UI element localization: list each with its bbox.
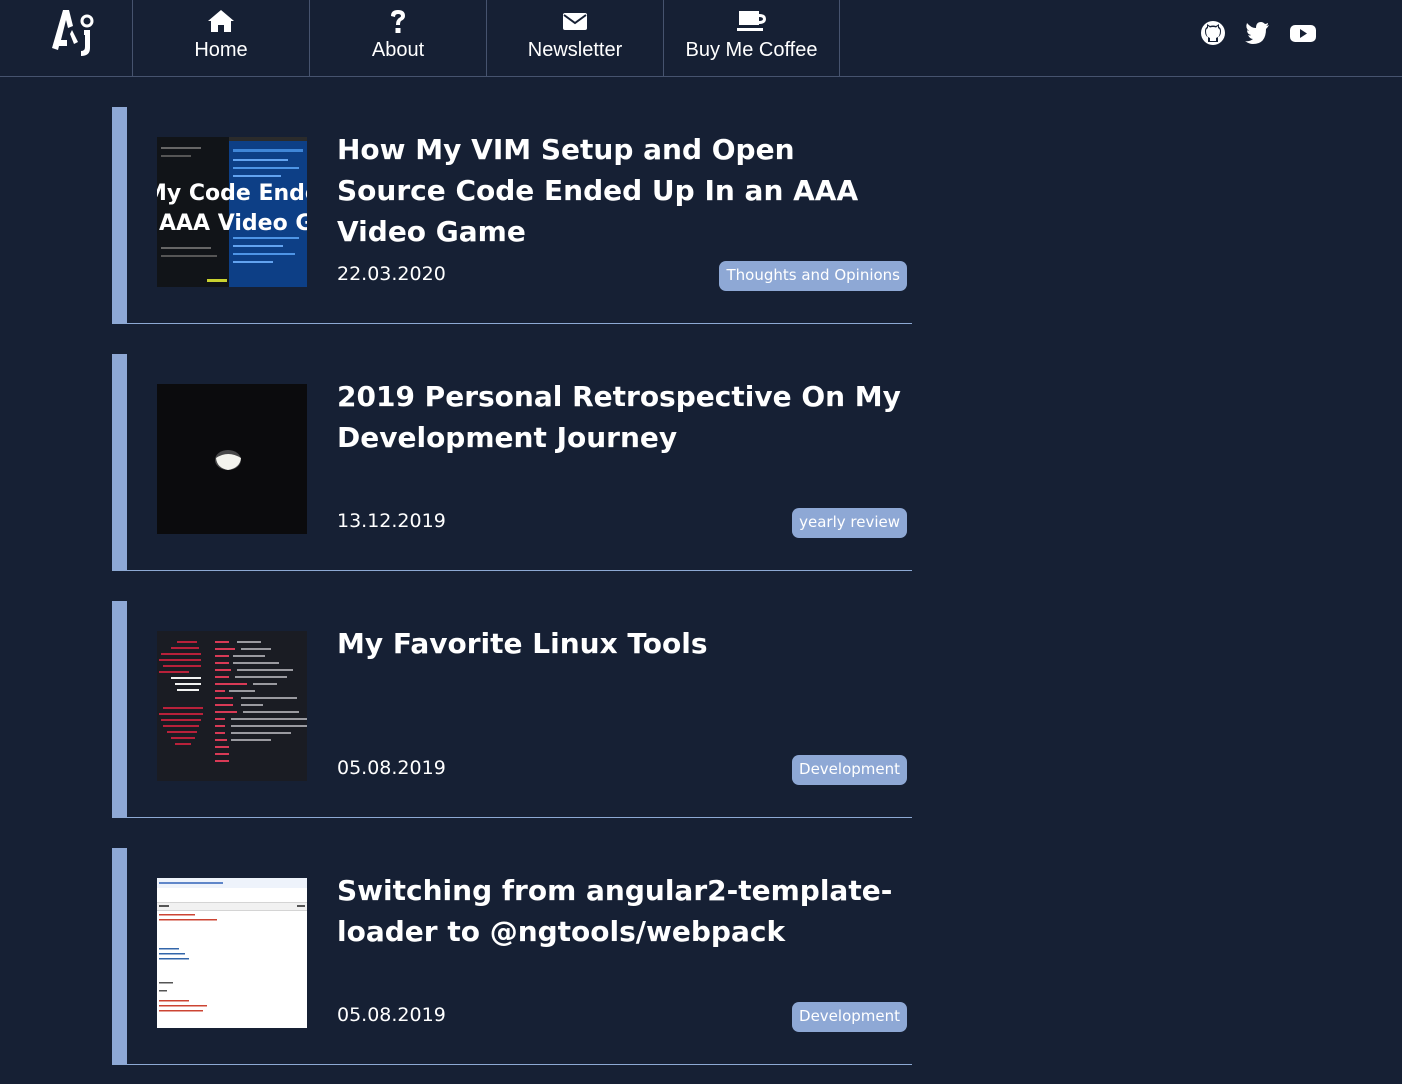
post-accent-bar — [112, 354, 127, 570]
nav-home-label: Home — [194, 39, 248, 61]
site-logo[interactable] — [48, 6, 98, 56]
top-navbar: Home About Newsletter Buy Me Coffee — [0, 0, 1402, 77]
post-date: 22.03.2020 — [337, 263, 446, 285]
nav-newsletter-label: Newsletter — [527, 39, 623, 61]
post-date: 05.08.2019 — [337, 1004, 446, 1026]
post-card[interactable]: 2019 Personal Retrospective On My Develo… — [112, 354, 912, 571]
post-date: 13.12.2019 — [337, 510, 446, 532]
post-card[interactable]: My Code Ended AAA Video G How My VIM Set… — [112, 107, 912, 324]
post-title[interactable]: How My VIM Setup and Open Source Code En… — [337, 129, 912, 252]
post-title[interactable]: My Favorite Linux Tools — [337, 623, 912, 664]
post-thumbnail[interactable] — [157, 384, 307, 534]
thumbnail-caption: AAA Video G — [159, 211, 307, 236]
post-tag[interactable]: yearly review — [792, 508, 907, 538]
thumbnail-caption: My Code Ended — [157, 181, 307, 206]
question-icon — [310, 9, 486, 33]
nav-about-label: About — [371, 39, 425, 61]
home-icon — [133, 9, 309, 33]
nav-home[interactable]: Home — [132, 0, 309, 77]
post-accent-bar — [112, 601, 127, 817]
post-tag[interactable]: Development — [792, 755, 907, 785]
youtube-icon[interactable] — [1289, 20, 1316, 46]
post-card[interactable]: My Favorite Linux Tools 05.08.2019 Devel… — [112, 601, 912, 818]
post-tag[interactable]: Development — [792, 1002, 907, 1032]
nav-buy-me-coffee[interactable]: Buy Me Coffee — [663, 0, 840, 77]
nav-about[interactable]: About — [309, 0, 486, 77]
post-accent-bar — [112, 107, 127, 323]
envelope-icon — [487, 9, 663, 33]
nav-buy-me-coffee-label: Buy Me Coffee — [685, 39, 818, 61]
post-date: 05.08.2019 — [337, 757, 446, 779]
post-thumbnail[interactable] — [157, 878, 307, 1028]
post-thumbnail[interactable] — [157, 631, 307, 781]
github-icon[interactable] — [1200, 20, 1226, 46]
post-title[interactable]: 2019 Personal Retrospective On My Develo… — [337, 376, 912, 458]
post-card[interactable]: Switching from angular2-template-loader … — [112, 848, 912, 1065]
post-thumbnail[interactable]: My Code Ended AAA Video G — [157, 137, 307, 287]
post-accent-bar — [112, 848, 127, 1064]
coffee-icon — [664, 9, 839, 33]
aj-logo-icon — [52, 10, 94, 56]
nav-newsletter[interactable]: Newsletter — [486, 0, 663, 77]
post-tag[interactable]: Thoughts and Opinions — [719, 261, 907, 291]
twitter-icon[interactable] — [1244, 20, 1270, 46]
post-title[interactable]: Switching from angular2-template-loader … — [337, 870, 912, 952]
